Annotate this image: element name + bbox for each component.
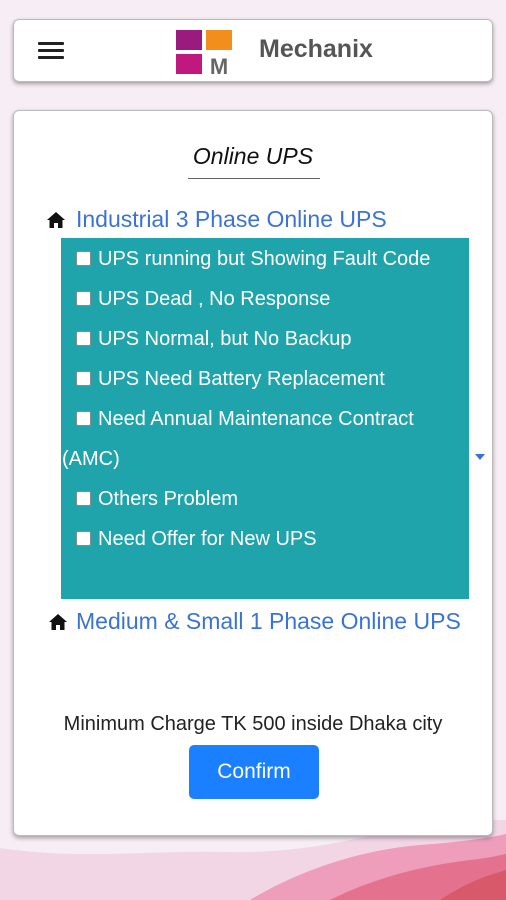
option-label: UPS Normal, but No Backup [98, 328, 352, 350]
app-name: Mechanix [259, 35, 373, 63]
dropdown-caret-icon[interactable] [475, 454, 485, 460]
confirm-button[interactable]: Confirm [189, 745, 319, 799]
checkbox[interactable] [76, 331, 91, 346]
option-label: UPS Need Battery Replacement [98, 368, 385, 390]
option-new-ups-offer[interactable]: Need Offer for New UPS [62, 519, 469, 559]
home-icon [49, 614, 67, 630]
option-label: Others Problem [98, 488, 239, 510]
category-label: Medium & Small 1 Phase Online UPS [76, 608, 461, 634]
svg-text:M: M [210, 54, 228, 76]
checkbox[interactable] [76, 491, 91, 506]
mechanix-logo: M [176, 30, 232, 76]
service-card: Online UPS Industrial 3 Phase Online UPS… [13, 110, 493, 836]
category-industrial-3-phase[interactable]: Industrial 3 Phase Online UPS [46, 199, 486, 239]
checkbox[interactable] [76, 411, 91, 426]
category-medium-small-1-phase[interactable]: Medium & Small 1 Phase Online UPS [38, 601, 478, 641]
option-ups-dead[interactable]: UPS Dead , No Response [62, 279, 469, 319]
page-title: Online UPS [192, 143, 314, 169]
problem-options-panel: UPS running but Showing Fault Code UPS D… [61, 238, 469, 599]
option-label: Need Offer for New UPS [98, 528, 317, 550]
title-underline [188, 178, 320, 179]
app-header: M Mechanix [13, 19, 493, 82]
option-others[interactable]: Others Problem [62, 479, 469, 519]
hamburger-menu-icon[interactable] [38, 42, 64, 62]
option-label: Need Annual Maintenance Contract (AMC) [62, 408, 414, 470]
checkbox[interactable] [76, 291, 91, 306]
checkbox[interactable] [76, 371, 91, 386]
option-battery-replacement[interactable]: UPS Need Battery Replacement [62, 359, 469, 399]
checkbox[interactable] [76, 251, 91, 266]
option-label: UPS running but Showing Fault Code [98, 248, 431, 270]
home-icon [47, 212, 65, 228]
category-label: Industrial 3 Phase Online UPS [76, 206, 387, 232]
option-label: UPS Dead , No Response [98, 288, 331, 310]
option-no-backup[interactable]: UPS Normal, but No Backup [62, 319, 469, 359]
option-fault-code[interactable]: UPS running but Showing Fault Code [62, 239, 469, 279]
minimum-charge-note: Minimum Charge TK 500 inside Dhaka city [63, 713, 443, 735]
option-amc[interactable]: Need Annual Maintenance Contract (AMC) [62, 399, 469, 479]
checkbox[interactable] [76, 531, 91, 546]
